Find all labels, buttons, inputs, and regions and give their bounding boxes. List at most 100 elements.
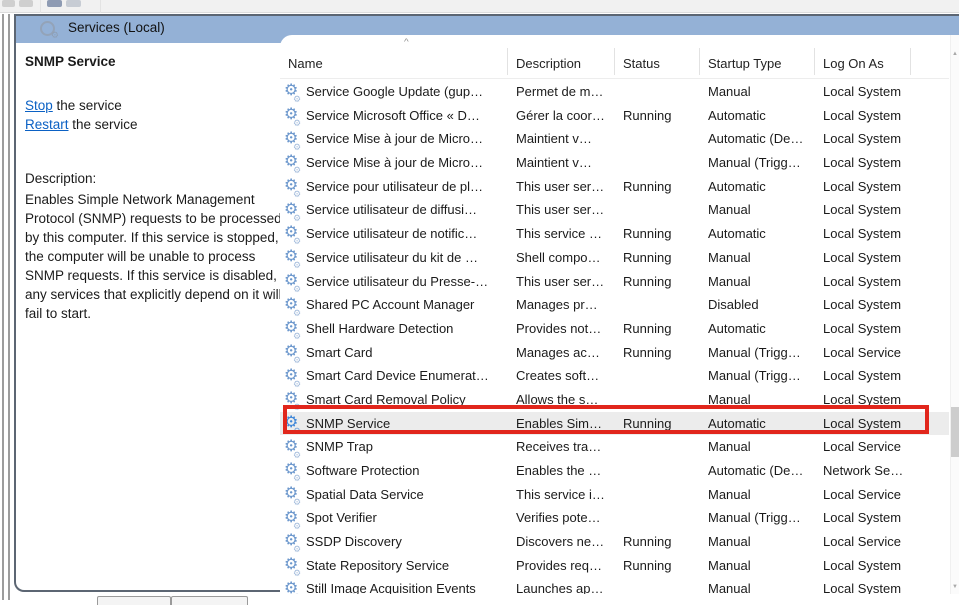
description-label: Description: xyxy=(25,171,96,186)
table-row[interactable]: Service Mise à jour de Micro… Maintient … xyxy=(280,127,949,151)
gear-icon xyxy=(284,414,303,433)
window-left-edge xyxy=(2,14,4,600)
table-row[interactable]: Service utilisateur du Presse-… This use… xyxy=(280,270,949,294)
service-name: Service Microsoft Office « D… xyxy=(306,104,480,128)
service-startup-type: Manual (Trigg… xyxy=(699,364,814,388)
table-row[interactable]: SSDP Discovery Discovers ne… Running Man… xyxy=(280,530,949,554)
service-status xyxy=(614,364,699,388)
description-text: Enables Simple Network Management Protoc… xyxy=(25,190,289,323)
service-status xyxy=(614,127,699,151)
table-row[interactable]: Software Protection Enables the … Automa… xyxy=(280,459,949,483)
table-row[interactable]: Service utilisateur de notific… This ser… xyxy=(280,222,949,246)
table-row[interactable]: Service Microsoft Office « D… Gérer la c… xyxy=(280,104,949,128)
table-row[interactable]: Service utilisateur de diffusi… This use… xyxy=(280,198,949,222)
toolbar-separator xyxy=(40,0,41,13)
service-status: Running xyxy=(614,341,699,365)
table-row[interactable]: Service utilisateur du kit de … Shell co… xyxy=(280,246,949,270)
service-name: Spot Verifier xyxy=(306,506,377,530)
table-row[interactable]: Still Image Acquisition Events Launches … xyxy=(280,577,949,594)
column-header-description[interactable]: Description xyxy=(507,35,614,78)
gear-icon xyxy=(284,106,303,125)
service-name: Service Mise à jour de Micro… xyxy=(306,127,483,151)
table-row[interactable]: Shared PC Account Manager Manages pr… Di… xyxy=(280,293,949,317)
gear-icon xyxy=(284,153,303,172)
table-row[interactable]: Service pour utilisateur de pl… This use… xyxy=(280,175,949,199)
service-description: Provides req… xyxy=(507,554,614,578)
sort-ascending-icon: ^ xyxy=(404,38,409,47)
service-description: Provides not… xyxy=(507,317,614,341)
column-header-startup-type[interactable]: Startup Type xyxy=(699,35,814,78)
service-status: Running xyxy=(614,270,699,294)
selected-service-title: SNMP Service xyxy=(25,54,116,69)
table-row[interactable]: Smart Card Device Enumerat… Creates soft… xyxy=(280,364,949,388)
column-divider[interactable] xyxy=(507,48,508,75)
service-name: SNMP Service xyxy=(306,412,390,436)
table-row[interactable]: SNMP Trap Receives tra… Manual Local Ser… xyxy=(280,435,949,459)
service-log-on-as: Local System xyxy=(814,198,910,222)
column-header-status[interactable]: Status xyxy=(614,35,699,78)
vertical-scrollbar[interactable]: ▲ ▼ xyxy=(950,35,959,594)
column-divider[interactable] xyxy=(614,48,615,75)
column-header-log-on-as[interactable]: Log On As xyxy=(814,35,910,78)
service-status xyxy=(614,293,699,317)
table-row[interactable]: Spatial Data Service This service i… Man… xyxy=(280,483,949,507)
table-row[interactable]: State Repository Service Provides req… R… xyxy=(280,554,949,578)
service-log-on-as: Local Service xyxy=(814,483,910,507)
table-row[interactable]: Service Mise à jour de Micro… Maintient … xyxy=(280,151,949,175)
scrollbar-thumb[interactable] xyxy=(951,407,959,457)
service-description: Allows the s… xyxy=(507,388,614,412)
column-divider[interactable] xyxy=(699,48,700,75)
table-row[interactable]: Smart Card Removal Policy Allows the s… … xyxy=(280,388,949,412)
toolbar-button[interactable] xyxy=(47,0,62,7)
service-status xyxy=(614,506,699,530)
toolbar-button[interactable] xyxy=(19,0,33,7)
service-description: This service i… xyxy=(507,483,614,507)
service-log-on-as: Local System xyxy=(814,151,910,175)
column-divider[interactable] xyxy=(910,48,911,75)
stop-service-link[interactable]: Stop xyxy=(25,98,53,113)
service-name: Smart Card Device Enumerat… xyxy=(306,364,489,388)
column-header-spacer xyxy=(910,35,949,78)
service-startup-type: Disabled xyxy=(699,293,814,317)
table-row[interactable]: Spot Verifier Verifies pote… Manual (Tri… xyxy=(280,506,949,530)
service-startup-type: Automatic xyxy=(699,175,814,199)
gear-icon xyxy=(284,390,303,409)
service-name: Service utilisateur de diffusi… xyxy=(306,198,477,222)
restart-service-link[interactable]: Restart xyxy=(25,117,69,132)
tab-extended[interactable] xyxy=(97,596,171,605)
service-log-on-as: Local System xyxy=(814,506,910,530)
toolbar-button[interactable] xyxy=(66,0,81,7)
restart-service-line: Restart the service xyxy=(25,117,138,132)
service-startup-type: Manual xyxy=(699,80,814,104)
gear-icon xyxy=(284,201,303,220)
column-header-name[interactable]: ^ Name xyxy=(280,35,507,78)
column-divider[interactable] xyxy=(814,48,815,75)
stop-service-line: Stop the service xyxy=(25,98,122,113)
table-row[interactable]: Service Google Update (gup… Permet de m…… xyxy=(280,80,949,104)
gear-icon xyxy=(284,438,303,457)
scroll-down-icon[interactable]: ▼ xyxy=(951,584,959,590)
gear-icon xyxy=(284,509,303,528)
toolbar-button[interactable] xyxy=(2,0,15,7)
service-name: Service utilisateur du Presse-… xyxy=(306,270,488,294)
service-startup-type: Automatic (De… xyxy=(699,459,814,483)
table-row[interactable]: SNMP Service Enables Sim… Running Automa… xyxy=(280,412,949,436)
service-description: This user ser… xyxy=(507,175,614,199)
gear-icon xyxy=(284,319,303,338)
gear-icon xyxy=(284,296,303,315)
scroll-up-icon[interactable]: ▲ xyxy=(951,51,959,57)
service-description: Manages ac… xyxy=(507,341,614,365)
service-startup-type: Manual xyxy=(699,198,814,222)
service-name: SNMP Trap xyxy=(306,435,373,459)
table-row[interactable]: Shell Hardware Detection Provides not… R… xyxy=(280,317,949,341)
service-description: Gérer la coor… xyxy=(507,104,614,128)
table-row[interactable]: Smart Card Manages ac… Running Manual (T… xyxy=(280,341,949,365)
service-name: Service Google Update (gup… xyxy=(306,80,483,104)
service-name: State Repository Service xyxy=(306,554,449,578)
service-status xyxy=(614,435,699,459)
gear-icon xyxy=(284,343,303,362)
tab-standard[interactable] xyxy=(171,596,248,605)
service-rows: Service Google Update (gup… Permet de m…… xyxy=(280,80,949,594)
service-log-on-as: Local Service xyxy=(814,435,910,459)
toolbar-separator xyxy=(100,0,101,13)
